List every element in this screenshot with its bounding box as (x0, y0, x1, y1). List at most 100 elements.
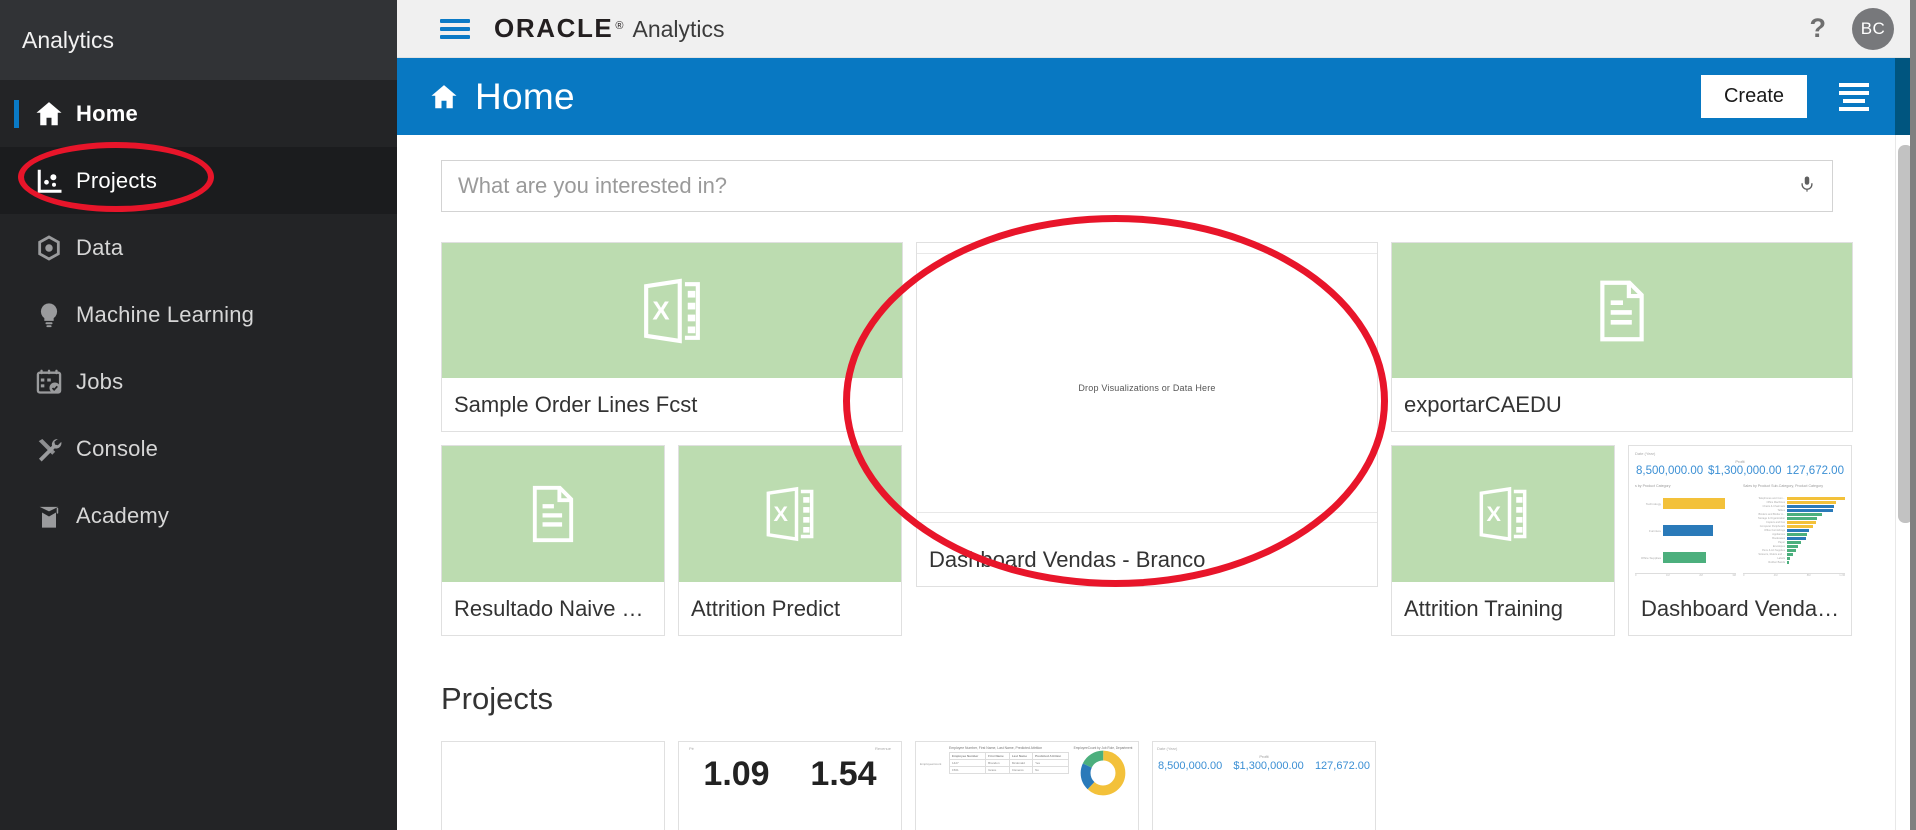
avatar[interactable]: BC (1852, 7, 1894, 50)
kpi-value: 127,672.00 (1786, 465, 1844, 477)
sidebar-item-console[interactable]: Console (0, 415, 397, 482)
home-icon (429, 82, 459, 112)
card-label: Sample Order Lines Fcst (442, 378, 902, 431)
kpi-values: 1.09 1.54 (683, 755, 897, 794)
bar-category: Office Supplies (1640, 555, 1661, 560)
dashboard-thumbnail: Date (Year) Profit 8,500,000.00 $1,300,0… (1629, 446, 1851, 582)
academy-icon (22, 502, 76, 530)
chart-title: s by Product Category (1635, 484, 1671, 488)
create-button[interactable]: Create (1700, 75, 1807, 118)
sidebar-item-academy[interactable]: Academy (0, 482, 397, 549)
main-content: X Sample Order Lines Fcst (397, 135, 1895, 830)
card-sample-order-lines-fcst[interactable]: X Sample Order Lines Fcst (441, 242, 903, 432)
bar (1663, 498, 1725, 509)
sidebar-item-label: Jobs (76, 368, 124, 394)
brand-registered-mark: ® (615, 20, 624, 32)
header-actions: ? BC (1810, 7, 1916, 50)
project-thumbnail: EmployeeCount Employee Number, First Nam… (916, 742, 1138, 830)
card-thumbnail: Date (Year) Profit 8,500,000.00 $1,300,0… (1629, 446, 1851, 582)
table-cell: Yes (1032, 759, 1069, 767)
sidebar-title: Analytics (0, 0, 397, 80)
card-dashboard-venda[interactable]: Date (Year) Profit 8,500,000.00 $1,300,0… (1628, 445, 1852, 636)
bar-category: Chairs & Chairmats (1762, 505, 1786, 508)
table-area: Employee Number, First Name, Last Name, … (948, 746, 1069, 830)
sidebar-item-label: Projects (76, 167, 158, 193)
bar-category: Bookcases (1772, 537, 1785, 540)
bar-category: Paper (1778, 541, 1785, 544)
card-thumbnail: Drop Visualizations or Data Here (917, 243, 1377, 533)
global-header: ORACLE ® Analytics ? BC (397, 0, 1916, 58)
table-cell: Grace (985, 766, 1010, 774)
sidebar-item-projects[interactable]: Projects (0, 147, 397, 214)
card-exportarcaedu[interactable]: exportarCAEDU (1391, 242, 1853, 432)
card-thumbnail (442, 446, 664, 582)
brand-product-text: Analytics (632, 16, 725, 42)
projects-row: Pé Revenue 1.09 1.54 EmployeeCount Emplo… (441, 741, 1833, 830)
sidebar-item-jobs[interactable]: Jobs (0, 348, 397, 415)
project-thumbnail (442, 742, 664, 830)
kpi-value: 8,500,000.00 (1158, 760, 1223, 772)
list-view-icon[interactable] (1839, 79, 1869, 115)
bar-category: Copiers and Fax (1765, 521, 1785, 524)
brand-oracle-text: ORACLE (494, 13, 614, 43)
home-icon (22, 99, 76, 129)
card-label: Resultado Naive … (442, 582, 664, 635)
kpi-right-label: Revenue (874, 746, 891, 751)
hamburger-icon[interactable] (440, 15, 470, 43)
x-axis: 0.4M .8M 1.2M (1743, 573, 1845, 577)
bar-category: Furniture (1648, 528, 1661, 533)
card-label: exportarCAEDU (1392, 378, 1852, 431)
bar-category: Envelopes (1772, 545, 1785, 548)
project-card-dashboard[interactable]: Date (Year) Profit 8,500,000.00 $1,300,0… (1152, 741, 1376, 830)
bar (1663, 525, 1713, 536)
table-header-row: Employee Number First Name Last Name Pre… (948, 752, 1069, 760)
x-axis: 0 1M 2M 3M (1635, 573, 1736, 577)
table-cell: 1427 (948, 759, 987, 767)
sidebar-item-data[interactable]: Data (0, 214, 397, 281)
bar-category: Scissors, Rulers and ... (1758, 553, 1785, 556)
bar-category: Tables (1777, 509, 1786, 512)
sidebar-item-label: Machine Learning (76, 301, 255, 327)
card-label: Attrition Predict (679, 582, 901, 635)
window-right-edge (1910, 0, 1916, 830)
sidebar-item-machine-learning[interactable]: Machine Learning (0, 281, 397, 348)
svg-text:X: X (652, 297, 669, 325)
project-card-table[interactable]: EmployeeCount Employee Number, First Nam… (915, 741, 1139, 830)
filter-label: Date (Year) (1635, 451, 1656, 456)
project-card-blank[interactable] (441, 741, 665, 830)
cards-column-1: X Sample Order Lines Fcst Resultado Naiv… (441, 242, 903, 636)
card-label: Dashboard Venda… (1629, 582, 1851, 635)
bar (1663, 552, 1706, 563)
kpi-value: $1,300,000.00 (1708, 465, 1782, 477)
help-icon[interactable]: ? (1810, 13, 1827, 44)
bars: Telephones and Com... Office Machines Ch… (1743, 490, 1845, 571)
tools-icon (22, 435, 76, 463)
table-cell: Brandon (985, 759, 1010, 767)
bars: Technology Furniture Office Supplies (1635, 490, 1736, 571)
table-cell: Mcdonald (1008, 759, 1034, 767)
search-input[interactable] (458, 173, 1798, 199)
cards-row-2b: X Attrition Training Date (Year) Profit … (1391, 445, 1853, 636)
card-dashboard-vendas-branco[interactable]: Drop Visualizations or Data Here Dashboa… (916, 242, 1378, 587)
projects-icon (22, 166, 76, 196)
microphone-icon[interactable] (1798, 173, 1816, 200)
card-thumbnail: X (1392, 446, 1614, 582)
table-header: Last Name (1008, 752, 1034, 760)
card-resultado-naive[interactable]: Resultado Naive … (441, 445, 665, 636)
table-header: Predicted Attrition (1032, 752, 1069, 760)
chart-sales-by-product-category: s by Product Category Technology Furnitu… (1635, 484, 1736, 577)
sidebar-item-home[interactable]: Home (0, 80, 397, 147)
projects-heading: Projects (441, 681, 553, 716)
card-thumbnail (1392, 243, 1852, 378)
donut-chart-area: EmployeeCount by Job Role, Department (1072, 746, 1134, 830)
sidebar-item-label: Academy (76, 502, 170, 528)
page-header-actions: Create (1700, 75, 1895, 118)
card-attrition-training[interactable]: X Attrition Training (1391, 445, 1615, 636)
table-cell: Cisneros (1008, 766, 1034, 774)
table-title: Employee Number, First Name, Last Name, … (949, 746, 1043, 750)
cards-row-2a: Resultado Naive … X Attrition Predict (441, 445, 903, 636)
project-card-kpi[interactable]: Pé Revenue 1.09 1.54 (678, 741, 902, 830)
bar-category: Binders and Binder A... (1758, 513, 1785, 516)
card-attrition-predict[interactable]: X Attrition Predict (678, 445, 902, 636)
search-bar[interactable] (441, 160, 1833, 212)
